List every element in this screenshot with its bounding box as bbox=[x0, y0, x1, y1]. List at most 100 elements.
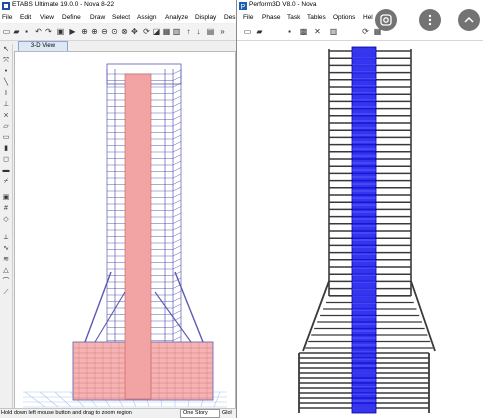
etabs-building-model[interactable] bbox=[15, 52, 235, 409]
measure-icon[interactable]: ⟋ bbox=[2, 289, 10, 297]
undo-icon[interactable]: ↶ bbox=[34, 27, 43, 36]
grid-icon[interactable]: # bbox=[2, 205, 10, 213]
draw-column-icon[interactable]: I bbox=[2, 90, 10, 98]
menu-select[interactable]: Select bbox=[112, 14, 130, 21]
tower-floor-line bbox=[172, 206, 182, 211]
open-folder-icon[interactable]: ▰ bbox=[255, 27, 264, 36]
new-file-icon[interactable]: ▭ bbox=[243, 27, 252, 36]
menu-draw[interactable]: Draw bbox=[90, 14, 105, 21]
coord-system-select[interactable]: Glol bbox=[222, 410, 232, 416]
run-analysis-icon[interactable]: ▶ bbox=[68, 27, 77, 36]
draw-wall-icon[interactable]: ▮ bbox=[2, 145, 10, 153]
rotate-3d-icon[interactable]: ⟳ bbox=[142, 27, 151, 36]
draw-beam-icon[interactable]: ⊥ bbox=[2, 101, 10, 109]
etabs-app-icon bbox=[2, 2, 10, 10]
menu-tables[interactable]: Tables bbox=[307, 14, 326, 21]
etabs-3d-viewport[interactable] bbox=[14, 51, 236, 410]
more-tools-icon[interactable]: » bbox=[218, 27, 227, 36]
draw-section-cut-icon[interactable]: ⌿ bbox=[2, 178, 10, 186]
svg-text:P: P bbox=[241, 4, 246, 10]
restraint-icon[interactable]: △ bbox=[2, 267, 10, 275]
tower-floor-line bbox=[172, 102, 182, 107]
menu-view[interactable]: View bbox=[40, 14, 54, 21]
zoom-previous-icon[interactable]: ⊗ bbox=[120, 27, 129, 36]
draw-slab-icon[interactable]: ▬ bbox=[2, 167, 10, 175]
save-icon[interactable]: ▪ bbox=[22, 27, 31, 36]
display-options-icon[interactable]: ▤ bbox=[206, 27, 215, 36]
tower-floor-line bbox=[172, 219, 182, 224]
perform-building-model[interactable] bbox=[239, 41, 481, 416]
save-as-icon[interactable]: ▩ bbox=[299, 27, 308, 36]
menu-edit[interactable]: Edit bbox=[20, 14, 31, 21]
move-down-icon[interactable]: ↓ bbox=[194, 27, 203, 36]
plan-view-icon[interactable]: ▦ bbox=[162, 27, 171, 36]
pointer-icon[interactable]: ↖ bbox=[2, 46, 10, 54]
zoom-out-icon[interactable]: ⊖ bbox=[100, 27, 109, 36]
zoom-restore-icon[interactable]: ⊙ bbox=[110, 27, 119, 36]
menu-design[interactable]: Des bbox=[224, 14, 236, 21]
menu-task[interactable]: Task bbox=[287, 14, 300, 21]
lock-icon[interactable]: ▣ bbox=[56, 27, 65, 36]
draw-rect-floor-icon[interactable]: ▭ bbox=[2, 134, 10, 142]
draw-joint-icon[interactable]: • bbox=[2, 68, 10, 76]
dimension-icon[interactable]: ⟂ bbox=[2, 234, 10, 242]
etabs-menubar: File Edit View Define Draw Select Assign… bbox=[0, 12, 236, 23]
save-icon[interactable]: ▪ bbox=[285, 27, 294, 36]
tower-floor-line bbox=[172, 232, 182, 237]
menu-analyze[interactable]: Analyze bbox=[165, 14, 188, 21]
menu-define[interactable]: Define bbox=[62, 14, 81, 21]
pan-icon[interactable]: ✥ bbox=[130, 27, 139, 36]
elevation-view-icon[interactable]: ▥ bbox=[172, 27, 181, 36]
link-icon[interactable]: ∿ bbox=[2, 245, 10, 253]
zoom-in-icon[interactable]: ⊕ bbox=[90, 27, 99, 36]
more-options-button[interactable] bbox=[419, 9, 441, 31]
reshape-icon[interactable]: ⤧ bbox=[2, 57, 10, 65]
tower-floor-line bbox=[172, 76, 182, 81]
menu-file[interactable]: File bbox=[2, 14, 12, 21]
tower-floor-line bbox=[172, 297, 182, 302]
select-all-icon[interactable]: ▣ bbox=[2, 194, 10, 202]
tower-floor-line bbox=[172, 186, 182, 192]
draw-frame-icon[interactable]: ╲ bbox=[2, 79, 10, 87]
tab-3d-view[interactable]: 3-D View bbox=[18, 41, 68, 51]
etabs-statusbar: Hold down left mouse button and drag to … bbox=[0, 408, 236, 418]
tower-floor-line bbox=[172, 303, 182, 309]
draw-opening-icon[interactable]: ◻ bbox=[2, 156, 10, 164]
etabs-side-toolbar: ↖ ⤧ • ╲ I ⊥ ⨯ ▱ ▭ ▮ ◻ ▬ ⌿ ▣ # ◇ ⟂ ∿ ≋ △ … bbox=[0, 44, 13, 418]
open-folder-icon[interactable]: ▰ bbox=[12, 27, 21, 36]
tendon-icon[interactable]: ⌒ bbox=[2, 278, 10, 286]
draw-floor-icon[interactable]: ▱ bbox=[2, 123, 10, 131]
more-vertical-icon bbox=[428, 14, 432, 26]
move-up-icon[interactable]: ↑ bbox=[184, 27, 193, 36]
story-option-select[interactable]: One Story bbox=[180, 409, 220, 418]
spring-icon[interactable]: ≋ bbox=[2, 256, 10, 264]
new-file-icon[interactable]: ▭ bbox=[2, 27, 11, 36]
window-icon[interactable]: ▥ bbox=[329, 27, 338, 36]
concrete-core bbox=[124, 73, 152, 400]
view-3d-icon[interactable]: ◪ bbox=[152, 27, 161, 36]
refresh-icon[interactable]: ⟳ bbox=[361, 27, 370, 36]
concrete-core bbox=[351, 46, 377, 414]
etabs-toolbar: ▭ ▰ ▪ ↶ ↷ ▣ ▶ ⊕ ⊕ ⊖ ⊙ ⊗ ✥ ⟳ ◪ ▦ ▥ ↑ ↓ ▤ … bbox=[0, 24, 236, 41]
snap-icon[interactable]: ◇ bbox=[2, 216, 10, 224]
menu-file[interactable]: File bbox=[243, 14, 253, 21]
tower-floor-line bbox=[172, 89, 182, 94]
etabs-window-title: ETABS Ultimate 19.0.0 - Nova 8-22 bbox=[12, 1, 115, 8]
tower-floor-line bbox=[172, 115, 182, 120]
delete-icon[interactable]: ✕ bbox=[313, 27, 322, 36]
menu-phase[interactable]: Phase bbox=[262, 14, 280, 21]
lens-button[interactable] bbox=[375, 9, 397, 31]
redo-icon[interactable]: ↷ bbox=[44, 27, 53, 36]
menu-options[interactable]: Options bbox=[333, 14, 355, 21]
tower-floor-line bbox=[172, 121, 182, 127]
tower-floor-line bbox=[172, 69, 182, 75]
zoom-window-icon[interactable]: ⊕ bbox=[80, 27, 89, 36]
menu-assign[interactable]: Assign bbox=[137, 14, 157, 21]
menu-display[interactable]: Display bbox=[195, 14, 216, 21]
draw-brace-icon[interactable]: ⨯ bbox=[2, 112, 10, 120]
menu-help[interactable]: Hel bbox=[363, 14, 373, 21]
perform-window-title: Perform3D V8.0 - Nova bbox=[249, 1, 317, 8]
collapse-button[interactable] bbox=[458, 9, 480, 31]
tower-floor-line bbox=[172, 160, 182, 166]
perform-3d-viewport[interactable] bbox=[239, 41, 481, 416]
